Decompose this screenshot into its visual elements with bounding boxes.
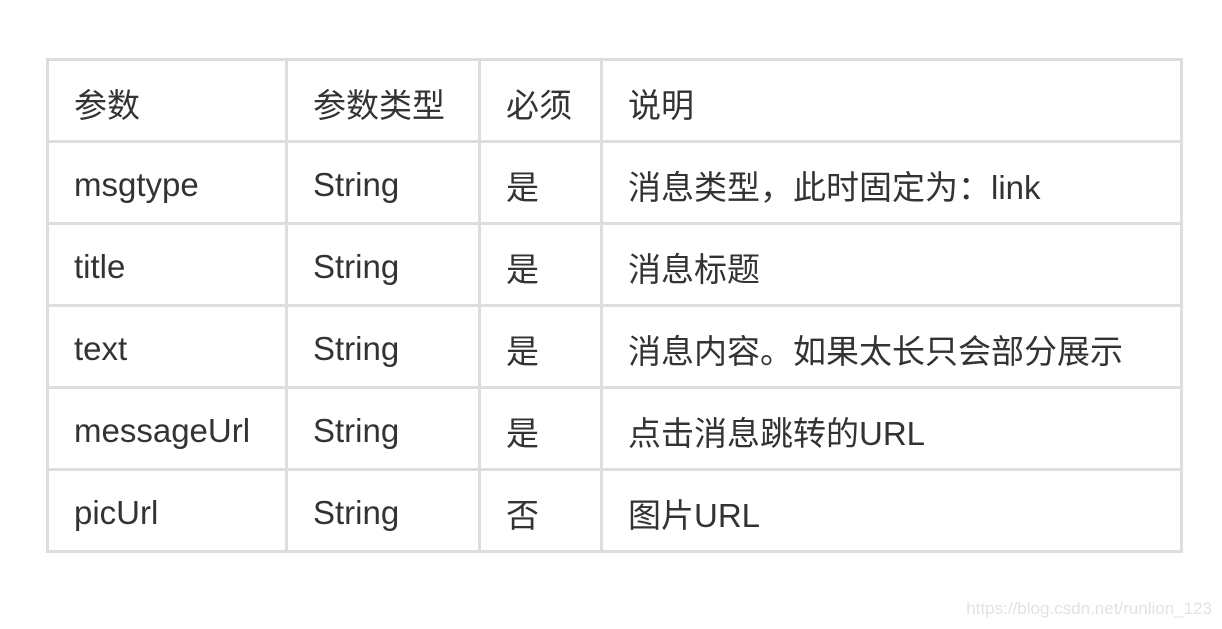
table-header-row: 参数 参数类型 必须 说明 bbox=[46, 58, 1183, 143]
header-param: 参数 bbox=[46, 58, 288, 143]
header-param-label: 参数 bbox=[74, 86, 140, 124]
table-row: messageUrl String 是 点击消息跳转的URL bbox=[46, 386, 1183, 471]
header-description: 说明 bbox=[600, 58, 1183, 143]
param-name: picUrl bbox=[74, 493, 159, 531]
cell-type: String bbox=[285, 222, 481, 307]
cell-description: 图片URL bbox=[600, 468, 1183, 553]
header-description-label: 说明 bbox=[628, 86, 694, 124]
table-row: text String 是 消息内容。如果太长只会部分展示 bbox=[46, 304, 1183, 389]
param-name: msgtype bbox=[74, 165, 199, 203]
param-required: 是 bbox=[506, 414, 539, 452]
cell-description: 消息标题 bbox=[600, 222, 1183, 307]
cell-param: messageUrl bbox=[46, 386, 288, 471]
cell-required: 是 bbox=[478, 140, 603, 225]
cell-param: picUrl bbox=[46, 468, 288, 553]
cell-param: text bbox=[46, 304, 288, 389]
cell-type: String bbox=[285, 468, 481, 553]
cell-description: 消息内容。如果太长只会部分展示 bbox=[600, 304, 1183, 389]
param-description: 消息标题 bbox=[628, 250, 760, 288]
parameter-table: 参数 参数类型 必须 说明 msgtype String 是 消息类型，此时固定… bbox=[46, 58, 1183, 553]
cell-description: 消息类型，此时固定为：link bbox=[600, 140, 1183, 225]
param-name: title bbox=[74, 247, 126, 285]
param-description: 消息类型，此时固定为：link bbox=[628, 168, 1041, 206]
cell-type: String bbox=[285, 140, 481, 225]
param-type: String bbox=[313, 247, 400, 285]
header-required-label: 必须 bbox=[506, 86, 572, 124]
table-row: picUrl String 否 图片URL bbox=[46, 468, 1183, 553]
param-type: String bbox=[313, 411, 400, 449]
cell-required: 否 bbox=[478, 468, 603, 553]
param-name: messageUrl bbox=[74, 411, 251, 449]
cell-type: String bbox=[285, 386, 481, 471]
header-type: 参数类型 bbox=[285, 58, 481, 143]
cell-description: 点击消息跳转的URL bbox=[600, 386, 1183, 471]
cell-param: title bbox=[46, 222, 288, 307]
param-name: text bbox=[74, 329, 128, 367]
param-required: 是 bbox=[506, 250, 539, 288]
cell-required: 是 bbox=[478, 386, 603, 471]
table-row: msgtype String 是 消息类型，此时固定为：link bbox=[46, 140, 1183, 225]
param-type: String bbox=[313, 493, 400, 531]
param-required: 是 bbox=[506, 332, 539, 370]
header-required: 必须 bbox=[478, 58, 603, 143]
cell-type: String bbox=[285, 304, 481, 389]
watermark: https://blog.csdn.net/runlion_123 bbox=[966, 599, 1212, 618]
cell-param: msgtype bbox=[46, 140, 288, 225]
cell-required: 是 bbox=[478, 304, 603, 389]
param-description: 消息内容。如果太长只会部分展示 bbox=[628, 332, 1123, 370]
table-row: title String 是 消息标题 bbox=[46, 222, 1183, 307]
param-type: String bbox=[313, 329, 400, 367]
param-type: String bbox=[313, 165, 400, 203]
header-type-label: 参数类型 bbox=[313, 86, 445, 124]
param-required: 否 bbox=[506, 496, 539, 534]
param-required: 是 bbox=[506, 168, 539, 206]
param-description: 图片URL bbox=[628, 496, 761, 534]
cell-required: 是 bbox=[478, 222, 603, 307]
param-description: 点击消息跳转的URL bbox=[628, 414, 926, 452]
